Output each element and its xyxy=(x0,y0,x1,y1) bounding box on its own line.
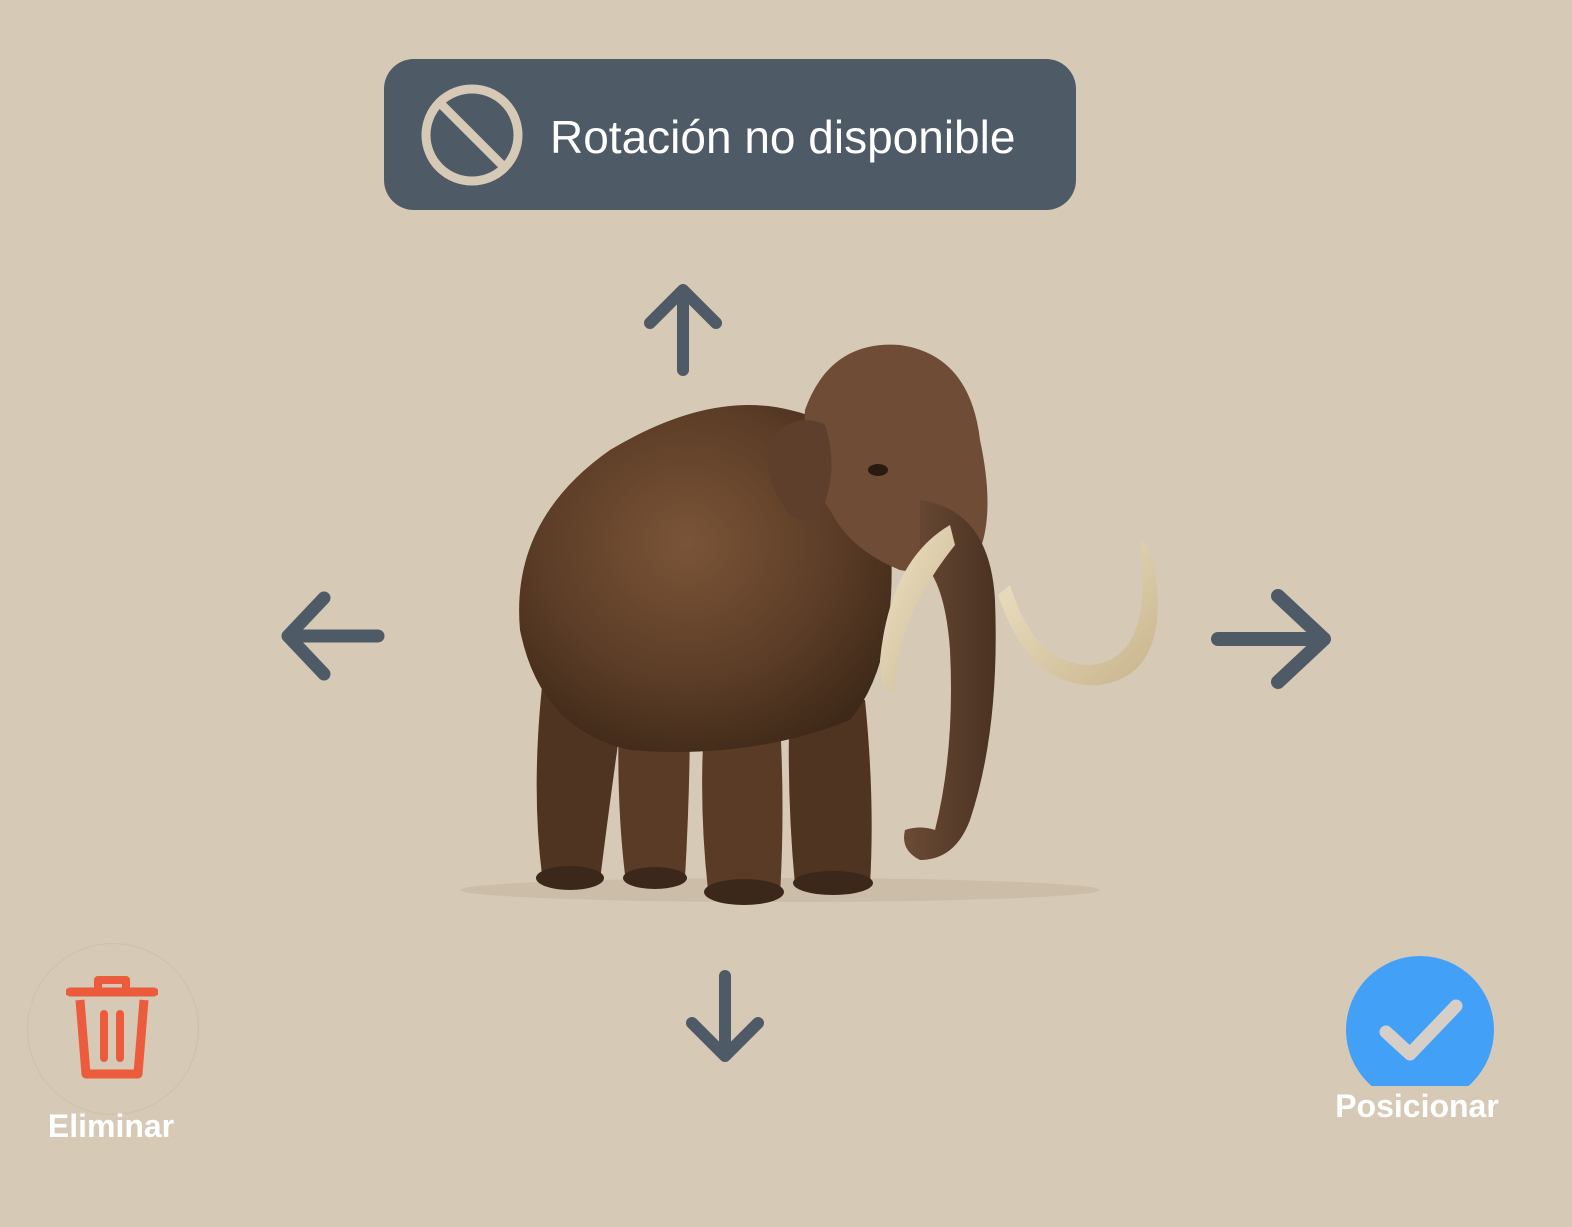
arrow-right-icon xyxy=(1211,589,1331,689)
trash-icon xyxy=(66,976,158,1079)
arrow-left-icon xyxy=(281,591,385,681)
move-left-button[interactable] xyxy=(276,588,388,684)
banner-message: Rotación no disponible xyxy=(550,111,1016,163)
arrow-down-icon xyxy=(686,970,764,1062)
move-right-button[interactable] xyxy=(1208,586,1336,692)
prohibited-icon xyxy=(421,84,523,186)
confirm-label[interactable]: Posicionar xyxy=(1306,1086,1528,1126)
delete-label[interactable]: Eliminar xyxy=(0,1106,222,1146)
delete-button[interactable] xyxy=(27,943,199,1115)
mammoth-model[interactable] xyxy=(450,330,1180,920)
checkmark-icon xyxy=(1379,999,1463,1061)
rotation-unavailable-banner: Rotación no disponible xyxy=(384,59,1076,210)
move-down-button[interactable] xyxy=(682,966,768,1066)
confirm-position-button[interactable] xyxy=(1346,956,1494,1086)
